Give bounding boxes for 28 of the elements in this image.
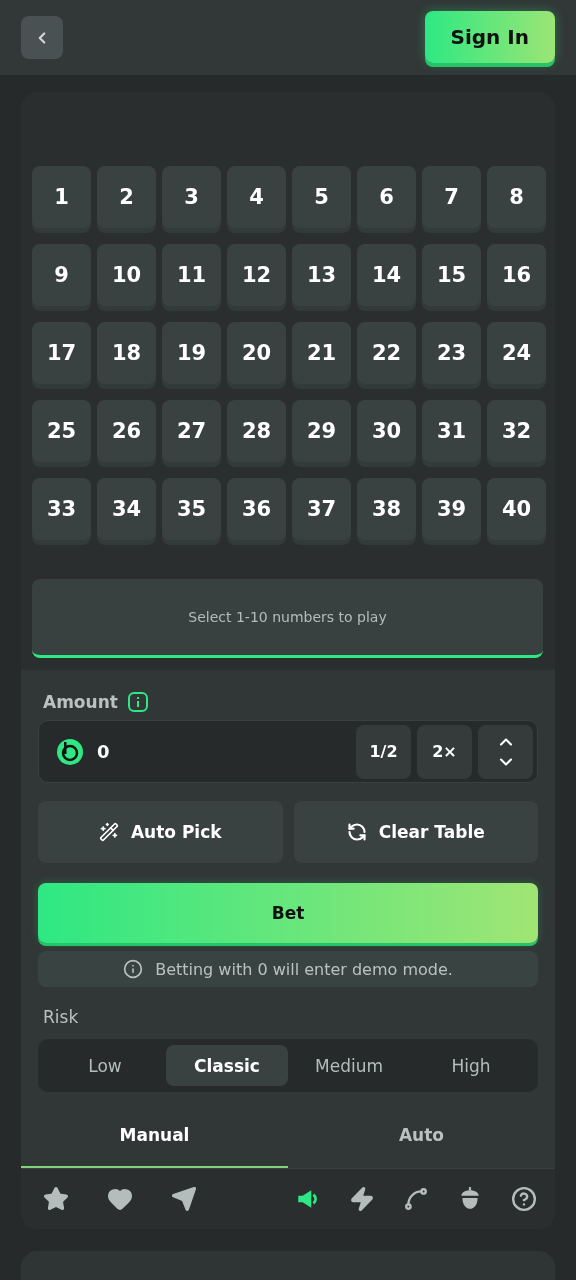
risk-option[interactable]: Classic xyxy=(166,1045,288,1086)
magic-wand-icon xyxy=(98,822,119,842)
heart-icon[interactable] xyxy=(107,1186,133,1212)
half-button[interactable]: 1/2 xyxy=(356,724,411,779)
mode-tab[interactable]: Auto xyxy=(288,1103,555,1168)
amount-label: Amount xyxy=(43,692,118,712)
route-icon[interactable] xyxy=(403,1186,429,1212)
risk-option[interactable]: Low xyxy=(44,1045,166,1086)
risk-option[interactable]: High xyxy=(410,1045,532,1086)
risk-label: Risk xyxy=(42,1007,80,1027)
back-button[interactable] xyxy=(21,16,63,59)
paper-plane-icon[interactable] xyxy=(171,1186,197,1212)
stepper-button[interactable] xyxy=(478,724,533,779)
info-icon[interactable] xyxy=(127,692,148,712)
double-button[interactable]: 2× xyxy=(417,724,472,779)
star-icon[interactable] xyxy=(43,1186,69,1212)
instruction-message: Select 1-10 numbers to play xyxy=(32,579,543,658)
clear-table-button[interactable]: Clear Table xyxy=(293,801,538,863)
bet-button[interactable]: Bet xyxy=(38,883,538,943)
lightning-icon[interactable] xyxy=(349,1186,375,1212)
amount-field[interactable]: 0 1/2 2× xyxy=(38,720,538,783)
risk-option[interactable]: Medium xyxy=(288,1045,410,1086)
coin-icon xyxy=(57,738,83,765)
help-icon[interactable] xyxy=(511,1186,537,1212)
info-icon xyxy=(123,959,144,979)
notice-text: Betting with 0 will enter demo mode. xyxy=(155,959,453,979)
refresh-icon xyxy=(346,822,367,842)
auto-pick-button[interactable]: Auto Pick xyxy=(38,801,283,863)
